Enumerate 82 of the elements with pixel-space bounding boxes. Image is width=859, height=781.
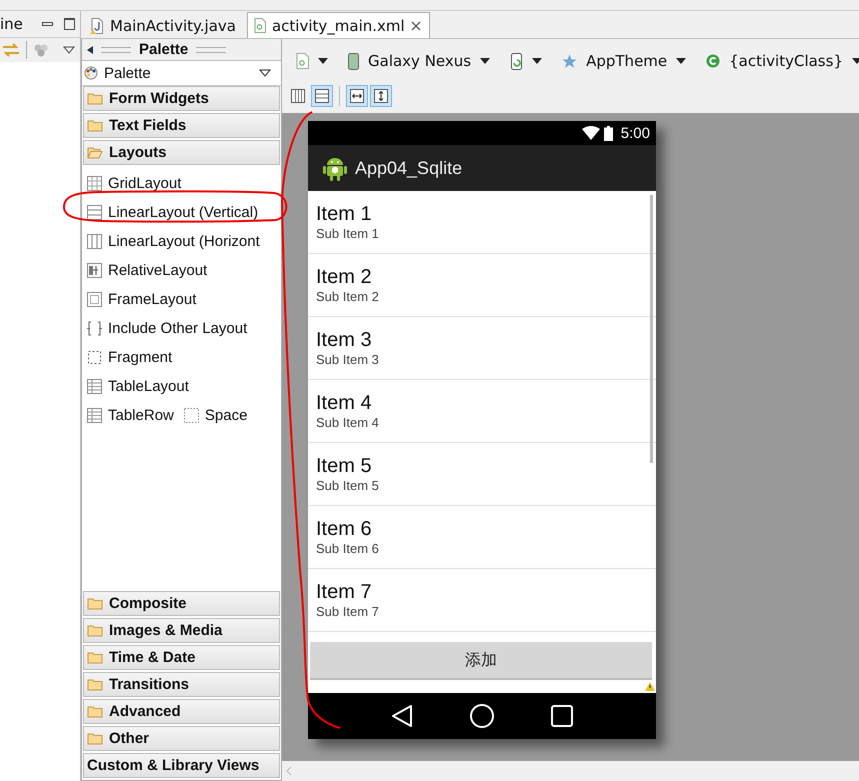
palette-item[interactable]: TableRow [87, 407, 174, 424]
caret-icon [318, 58, 328, 64]
palette-category[interactable]: Layouts [83, 140, 280, 165]
layout-icon [87, 292, 102, 307]
toolbar-dropdown[interactable]: AppTheme [562, 52, 686, 70]
folder-icon [87, 651, 103, 664]
palette-category[interactable]: Composite [83, 591, 280, 616]
layout-icon [87, 350, 102, 365]
rows-icon [314, 88, 330, 104]
rotate-phone-icon [510, 52, 524, 70]
star-icon [562, 54, 578, 68]
layout-icon [184, 408, 199, 423]
class-icon [706, 54, 720, 68]
collapse-arrow-icon[interactable] [87, 46, 93, 54]
folder-icon [87, 119, 103, 132]
palette-category[interactable]: Advanced [83, 699, 280, 724]
caret-icon [852, 58, 859, 64]
caret-icon [532, 58, 542, 64]
view-toggle-button[interactable] [346, 85, 368, 107]
palette-item[interactable]: RelativeLayout [87, 262, 208, 279]
palette-item[interactable]: LinearLayout (Horizont [87, 233, 260, 250]
layout-icon [87, 408, 102, 423]
palette-category[interactable]: Other [83, 726, 280, 751]
open-folder-icon [87, 146, 103, 159]
recents-icon[interactable] [551, 705, 573, 727]
editor-tab[interactable]: activity_main.xml [246, 12, 430, 38]
layout-icon [87, 234, 102, 249]
palette-category[interactable]: Form Widgets [83, 86, 280, 111]
palette-category[interactable]: Custom & Library Views [83, 753, 280, 778]
vertical-arrows-icon [373, 88, 389, 104]
list-item[interactable]: Item 6 Sub Item 6 [308, 506, 656, 569]
app-title: App04_Sqlite [355, 158, 462, 178]
back-icon[interactable] [391, 704, 413, 728]
layout-icon [87, 321, 102, 336]
palette-category[interactable]: Images & Media [83, 618, 280, 643]
close-icon[interactable] [410, 20, 421, 30]
editor-tab[interactable]: MainActivity.java [83, 12, 245, 38]
palette-category[interactable]: Time & Date [83, 645, 280, 670]
layout-icon [87, 379, 102, 394]
dropdown-arrow-icon [259, 69, 271, 77]
toolbar-dropdown[interactable]: Galaxy Nexus [348, 52, 490, 70]
folder-icon [87, 678, 103, 691]
paint-palette-icon [84, 66, 98, 80]
horizontal-arrows-icon [349, 88, 365, 104]
folder-icon [87, 92, 103, 105]
view-toggle-button[interactable] [370, 85, 392, 107]
palette-category[interactable]: Transitions [83, 672, 280, 697]
layout-icon [87, 176, 102, 191]
toolbar-dropdown[interactable] [510, 52, 542, 70]
list-item[interactable]: Item 7 Sub Item 7 [308, 569, 656, 632]
palette-title: Palette [139, 41, 188, 58]
columns-icon [290, 88, 306, 104]
toolbar-dropdown[interactable]: {activityClass} [706, 52, 859, 70]
battery-icon [604, 126, 613, 140]
folder-icon [87, 624, 103, 637]
palette-item[interactable]: TableLayout [87, 378, 189, 395]
status-time: 5:00 [620, 124, 650, 142]
folder-icon [87, 597, 103, 610]
palette-item[interactable]: FrameLayout [87, 291, 196, 308]
folder-icon [87, 705, 103, 718]
layout-icon [87, 263, 102, 278]
phone-icon [348, 52, 359, 70]
view-toggle-button[interactable] [311, 85, 333, 107]
add-button[interactable]: 添加 [310, 642, 652, 680]
palette-item[interactable]: Include Other Layout [87, 320, 248, 337]
android-icon [323, 155, 347, 181]
palette-item[interactable]: Space [184, 407, 248, 424]
folder-icon [87, 732, 103, 745]
palette-item[interactable]: Fragment [87, 349, 172, 366]
dropdown-arrow-icon[interactable] [63, 46, 75, 54]
caret-icon [480, 58, 490, 64]
toolbar-dropdown[interactable] [296, 53, 328, 69]
java-file-icon [90, 18, 104, 34]
scrollbar[interactable] [650, 195, 653, 463]
palette-item[interactable]: GridLayout [87, 175, 182, 192]
layout-icon [87, 205, 102, 220]
layout-file-icon [254, 18, 266, 33]
wifi-icon [582, 126, 600, 140]
palette-category[interactable]: Text Fields [83, 113, 280, 138]
layout-file-icon [296, 53, 309, 69]
caret-icon [676, 58, 686, 64]
home-icon[interactable] [469, 703, 495, 729]
